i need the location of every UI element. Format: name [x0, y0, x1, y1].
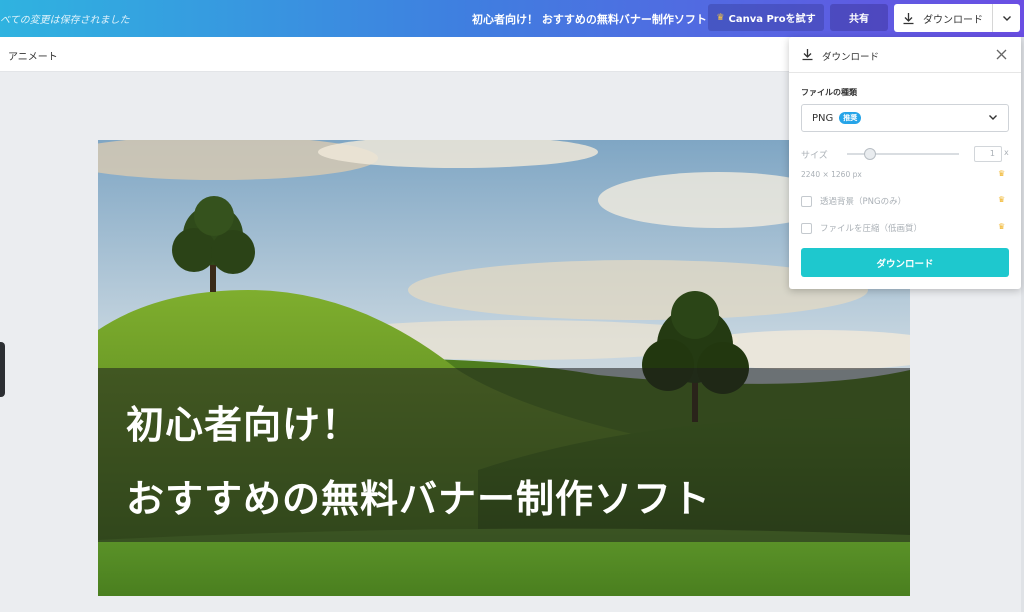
download-submit-button[interactable]: ダウンロード: [801, 248, 1009, 277]
transparent-background-option[interactable]: 透過背景（PNGのみ）: [801, 195, 906, 207]
size-input[interactable]: 1: [974, 146, 1002, 162]
download-icon: [903, 12, 914, 24]
crown-icon: ♛: [998, 222, 1006, 231]
download-panel-title: ダウンロード: [822, 52, 880, 63]
download-options-toggle[interactable]: [993, 15, 1020, 22]
compress-file-label: ファイルを圧縮（低画質）: [820, 224, 923, 234]
document-title[interactable]: 初心者向け！ おすすめの無料バナー制作ソフト: [472, 11, 707, 27]
compress-file-option[interactable]: ファイルを圧縮（低画質）: [801, 222, 922, 234]
file-type-value: PNG: [812, 112, 834, 124]
crown-icon: ♛: [998, 195, 1006, 204]
chevron-down-icon: [989, 115, 997, 120]
size-multiplier: x: [1004, 148, 1009, 157]
chevron-down-icon: [1002, 15, 1011, 21]
download-button-main[interactable]: ダウンロード: [894, 4, 992, 32]
side-panel-handle[interactable]: [0, 342, 5, 397]
size-slider-handle[interactable]: [864, 148, 876, 160]
save-status: べての変更は保存されました: [0, 15, 130, 26]
try-canva-pro-label: Canva Proを試す: [728, 14, 816, 25]
size-label: サイズ: [801, 151, 828, 161]
close-icon[interactable]: [996, 49, 1007, 60]
top-bar: べての変更は保存されました 初心者向け！ おすすめの無料バナー制作ソフト ♛ C…: [0, 0, 1024, 37]
file-type-select[interactable]: PNG 推奨: [801, 104, 1009, 132]
download-button-label: ダウンロード: [923, 14, 983, 26]
crown-icon: ♛: [998, 169, 1006, 178]
download-panel-header: ダウンロード: [789, 37, 1021, 73]
dimensions-text: 2240 × 1260 px: [801, 170, 862, 179]
headline-line-1[interactable]: 初心者向け！: [126, 394, 360, 449]
animate-button[interactable]: アニメート: [8, 48, 58, 63]
download-panel: ダウンロード ファイルの種類 PNG 推奨 サイズ 1 x 2240 × 126…: [789, 37, 1021, 289]
compress-file-checkbox[interactable]: [801, 222, 812, 234]
recommended-badge: 推奨: [839, 112, 862, 124]
download-button[interactable]: ダウンロード: [894, 4, 1020, 32]
transparent-background-checkbox[interactable]: [801, 195, 812, 207]
share-button[interactable]: 共有: [830, 4, 888, 31]
try-canva-pro-button[interactable]: ♛ Canva Proを試す: [708, 4, 824, 31]
crown-icon: ♛: [716, 12, 725, 23]
headline-line-2[interactable]: おすすめの無料バナー制作ソフト: [126, 468, 711, 523]
file-type-label: ファイルの種類: [801, 88, 857, 97]
download-icon: [802, 49, 813, 61]
transparent-background-label: 透過背景（PNGのみ）: [820, 197, 907, 207]
